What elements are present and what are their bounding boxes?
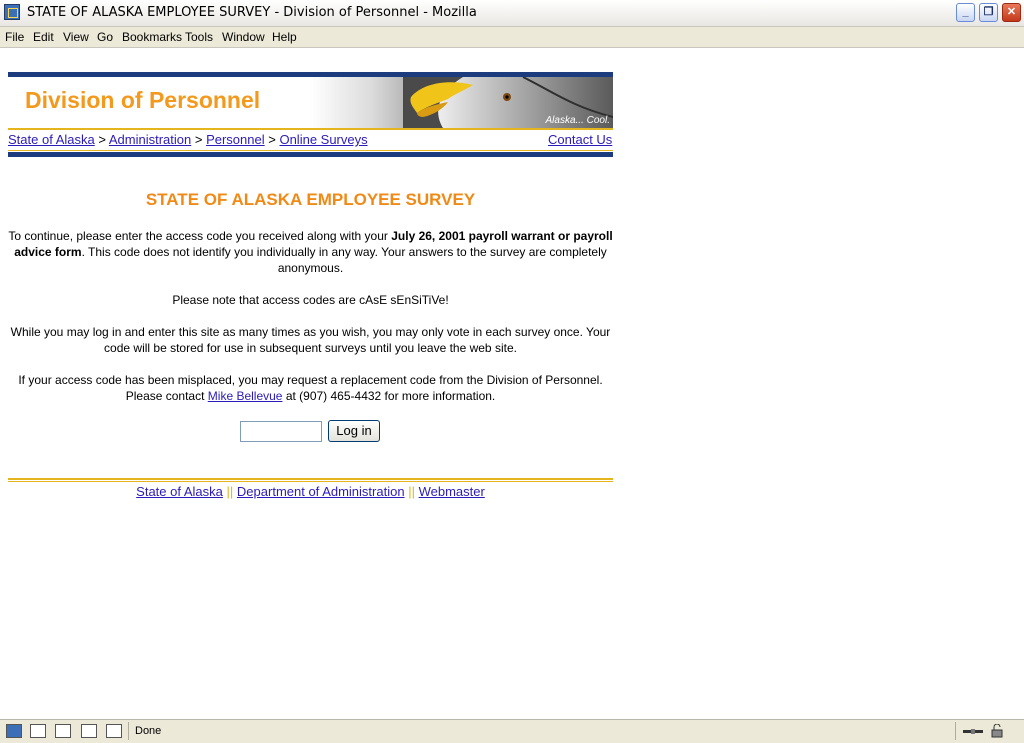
- composer-icon[interactable]: [55, 724, 71, 738]
- footer-webmaster[interactable]: Webmaster: [419, 484, 485, 499]
- footer-links: State of Alaska || Department of Adminis…: [8, 484, 613, 499]
- breadcrumb-state-of-alaska[interactable]: State of Alaska: [8, 132, 95, 147]
- gold-rule: [8, 478, 613, 480]
- instructions-text: To continue, please enter the access cod…: [8, 229, 392, 243]
- breadcrumb: State of Alaska > Administration > Perso…: [8, 132, 368, 147]
- menu-file[interactable]: File: [5, 30, 24, 44]
- navigator-icon[interactable]: [6, 724, 22, 738]
- status-divider: [128, 722, 129, 740]
- case-sensitive-note: Please note that access codes are cAsE s…: [172, 293, 449, 307]
- mozilla-app-icon[interactable]: [4, 4, 20, 20]
- breadcrumb-separator: >: [268, 132, 276, 147]
- irc-chat-icon[interactable]: [106, 724, 122, 738]
- menu-bookmarks[interactable]: Bookmarks: [122, 30, 182, 44]
- footer-state-of-alaska[interactable]: State of Alaska: [136, 484, 223, 499]
- menu-bar: File Edit View Go Bookmarks Tools Window…: [0, 27, 1024, 48]
- gold-rule: [8, 481, 613, 482]
- menu-window[interactable]: Window: [222, 30, 265, 44]
- breadcrumb-separator: >: [98, 132, 106, 147]
- footer-separator: ||: [226, 484, 234, 499]
- access-code-input[interactable]: [240, 421, 322, 442]
- close-button[interactable]: ✕: [1002, 3, 1021, 22]
- contact-person-link[interactable]: Mike Bellevue: [208, 389, 283, 403]
- breadcrumb-online-surveys[interactable]: Online Surveys: [279, 132, 367, 147]
- status-bar: Done: [0, 719, 1024, 743]
- menu-edit[interactable]: Edit: [33, 30, 54, 44]
- banner-title: Division of Personnel: [25, 87, 261, 113]
- online-connection-icon[interactable]: [962, 724, 984, 738]
- contact-us-link[interactable]: Contact Us: [548, 132, 612, 147]
- mail-icon[interactable]: [30, 724, 46, 738]
- page-content: Division of Personnel Alaska... Cool. St…: [0, 48, 1024, 719]
- voting-rules-paragraph: While you may log in and enter this site…: [10, 325, 611, 355]
- footer-separator: ||: [408, 484, 415, 499]
- footer-department-of-administration[interactable]: Department of Administration: [237, 484, 405, 499]
- site-banner: Division of Personnel Alaska... Cool.: [8, 72, 613, 128]
- minimize-button[interactable]: _: [956, 3, 975, 22]
- eagle-image: Alaska... Cool.: [403, 77, 613, 128]
- misplaced-code-paragraph: If your access code has been misplaced, …: [8, 372, 613, 404]
- menu-view[interactable]: View: [63, 30, 89, 44]
- blue-rule: [8, 152, 613, 157]
- banner-tagline: Alaska... Cool.: [545, 115, 610, 126]
- status-divider: [955, 722, 956, 740]
- misplaced-code-phone: at (907) 465-4432 for more information.: [282, 389, 496, 403]
- instructions-paragraph: To continue, please enter the access cod…: [8, 228, 613, 276]
- breadcrumb-administration[interactable]: Administration: [109, 132, 191, 147]
- menu-help[interactable]: Help: [272, 30, 297, 44]
- breadcrumb-separator: >: [194, 132, 203, 147]
- address-book-icon[interactable]: [81, 724, 97, 738]
- instructions-text-end: . This code does not identify you indivi…: [81, 245, 607, 275]
- page-title: STATE OF ALASKA EMPLOYEE SURVEY: [145, 190, 476, 209]
- maximize-button[interactable]: ❐: [979, 3, 998, 22]
- window-title-bar: STATE OF ALASKA EMPLOYEE SURVEY - Divisi…: [0, 0, 1024, 27]
- status-text: Done: [135, 725, 162, 737]
- window-title: STATE OF ALASKA EMPLOYEE SURVEY - Divisi…: [27, 5, 477, 20]
- menu-tools[interactable]: Tools: [185, 30, 213, 44]
- gold-rule: [8, 150, 613, 151]
- log-in-button[interactable]: Log in: [328, 420, 380, 442]
- breadcrumb-personnel[interactable]: Personnel: [206, 132, 265, 147]
- security-lock-icon[interactable]: [990, 723, 1004, 738]
- gold-rule: [8, 128, 613, 130]
- menu-go[interactable]: Go: [97, 30, 113, 44]
